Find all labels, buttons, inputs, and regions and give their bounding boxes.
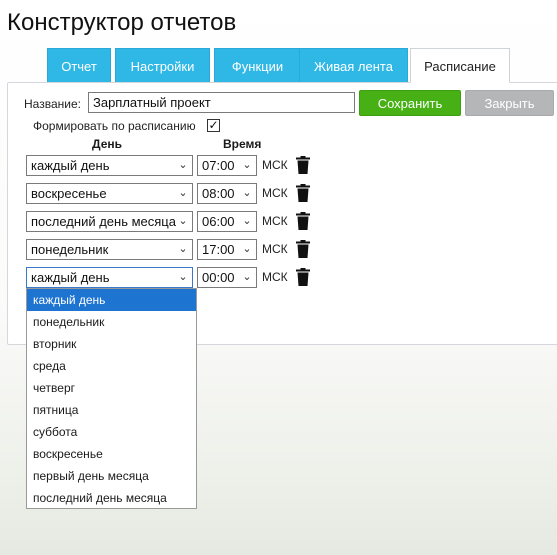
tab-live-feed[interactable]: Живая лента: [299, 48, 408, 82]
chevron-down-icon: ⌄: [178, 159, 188, 171]
day-select[interactable]: каждый день ⌄: [26, 155, 193, 176]
chevron-down-icon: ⌄: [242, 187, 252, 199]
dropdown-option[interactable]: каждый день: [27, 289, 196, 311]
dropdown-option[interactable]: понедельник: [27, 311, 196, 333]
time-select[interactable]: 08:00 ⌄: [197, 183, 257, 204]
day-select[interactable]: каждый день ⌄: [26, 267, 193, 288]
tab-settings[interactable]: Настройки: [115, 48, 210, 82]
chevron-down-icon: ⌄: [242, 243, 252, 255]
save-button[interactable]: Сохранить: [359, 90, 461, 116]
day-select-value: последний день месяца: [31, 214, 176, 229]
dropdown-option[interactable]: четверг: [27, 377, 196, 399]
day-select-value: каждый день: [31, 158, 110, 173]
time-select-value: 06:00: [202, 214, 235, 229]
dropdown-option[interactable]: пятница: [27, 399, 196, 421]
day-select-value: понедельник: [31, 242, 109, 257]
time-select[interactable]: 00:00 ⌄: [197, 267, 257, 288]
chevron-down-icon: ⌄: [178, 271, 188, 283]
trash-icon[interactable]: [296, 156, 310, 174]
day-column-header: День: [92, 137, 122, 151]
tab-schedule[interactable]: Расписание: [410, 48, 510, 83]
chevron-down-icon: ⌄: [178, 187, 188, 199]
tab-functions[interactable]: Функции: [214, 48, 301, 82]
schedule-checkbox-label: Формировать по расписанию: [33, 119, 196, 133]
report-name-input[interactable]: [88, 92, 355, 113]
dropdown-option[interactable]: воскресенье: [27, 443, 196, 465]
time-select-value: 08:00: [202, 186, 235, 201]
day-dropdown-list: каждый день понедельник вторник среда че…: [26, 288, 197, 509]
time-select-value: 07:00: [202, 158, 235, 173]
chevron-down-icon: ⌄: [242, 159, 252, 171]
day-select-value: воскресенье: [31, 186, 107, 201]
time-select-value: 00:00: [202, 270, 235, 285]
page-title: Конструктор отчетов: [7, 9, 237, 36]
chevron-down-icon: ⌄: [242, 215, 252, 227]
dropdown-option[interactable]: последний день месяца: [27, 487, 196, 509]
timezone-label: МСК: [262, 242, 288, 256]
time-column-header: Время: [223, 137, 262, 151]
day-select[interactable]: последний день месяца ⌄: [26, 211, 193, 232]
trash-icon[interactable]: [296, 268, 310, 286]
schedule-checkbox[interactable]: ✓: [207, 119, 220, 132]
chevron-down-icon: ⌄: [178, 243, 188, 255]
checkmark-icon: ✓: [208, 118, 219, 132]
dropdown-option[interactable]: среда: [27, 355, 196, 377]
day-select[interactable]: понедельник ⌄: [26, 239, 193, 260]
timezone-label: МСК: [262, 158, 288, 172]
dropdown-option[interactable]: вторник: [27, 333, 196, 355]
time-select[interactable]: 17:00 ⌄: [197, 239, 257, 260]
tab-report[interactable]: Отчет: [47, 48, 111, 82]
time-select[interactable]: 06:00 ⌄: [197, 211, 257, 232]
trash-icon[interactable]: [296, 240, 310, 258]
timezone-label: МСК: [262, 214, 288, 228]
time-select[interactable]: 07:00 ⌄: [197, 155, 257, 176]
trash-icon[interactable]: [296, 212, 310, 230]
time-select-value: 17:00: [202, 242, 235, 257]
dropdown-option[interactable]: первый день месяца: [27, 465, 196, 487]
day-select-value: каждый день: [31, 270, 110, 285]
dropdown-option[interactable]: суббота: [27, 421, 196, 443]
close-button[interactable]: Закрыть: [465, 90, 554, 116]
chevron-down-icon: ⌄: [178, 215, 188, 227]
name-label: Название:: [24, 97, 81, 111]
day-select[interactable]: воскресенье ⌄: [26, 183, 193, 204]
chevron-down-icon: ⌄: [242, 271, 252, 283]
timezone-label: МСК: [262, 186, 288, 200]
timezone-label: МСК: [262, 270, 288, 284]
trash-icon[interactable]: [296, 184, 310, 202]
